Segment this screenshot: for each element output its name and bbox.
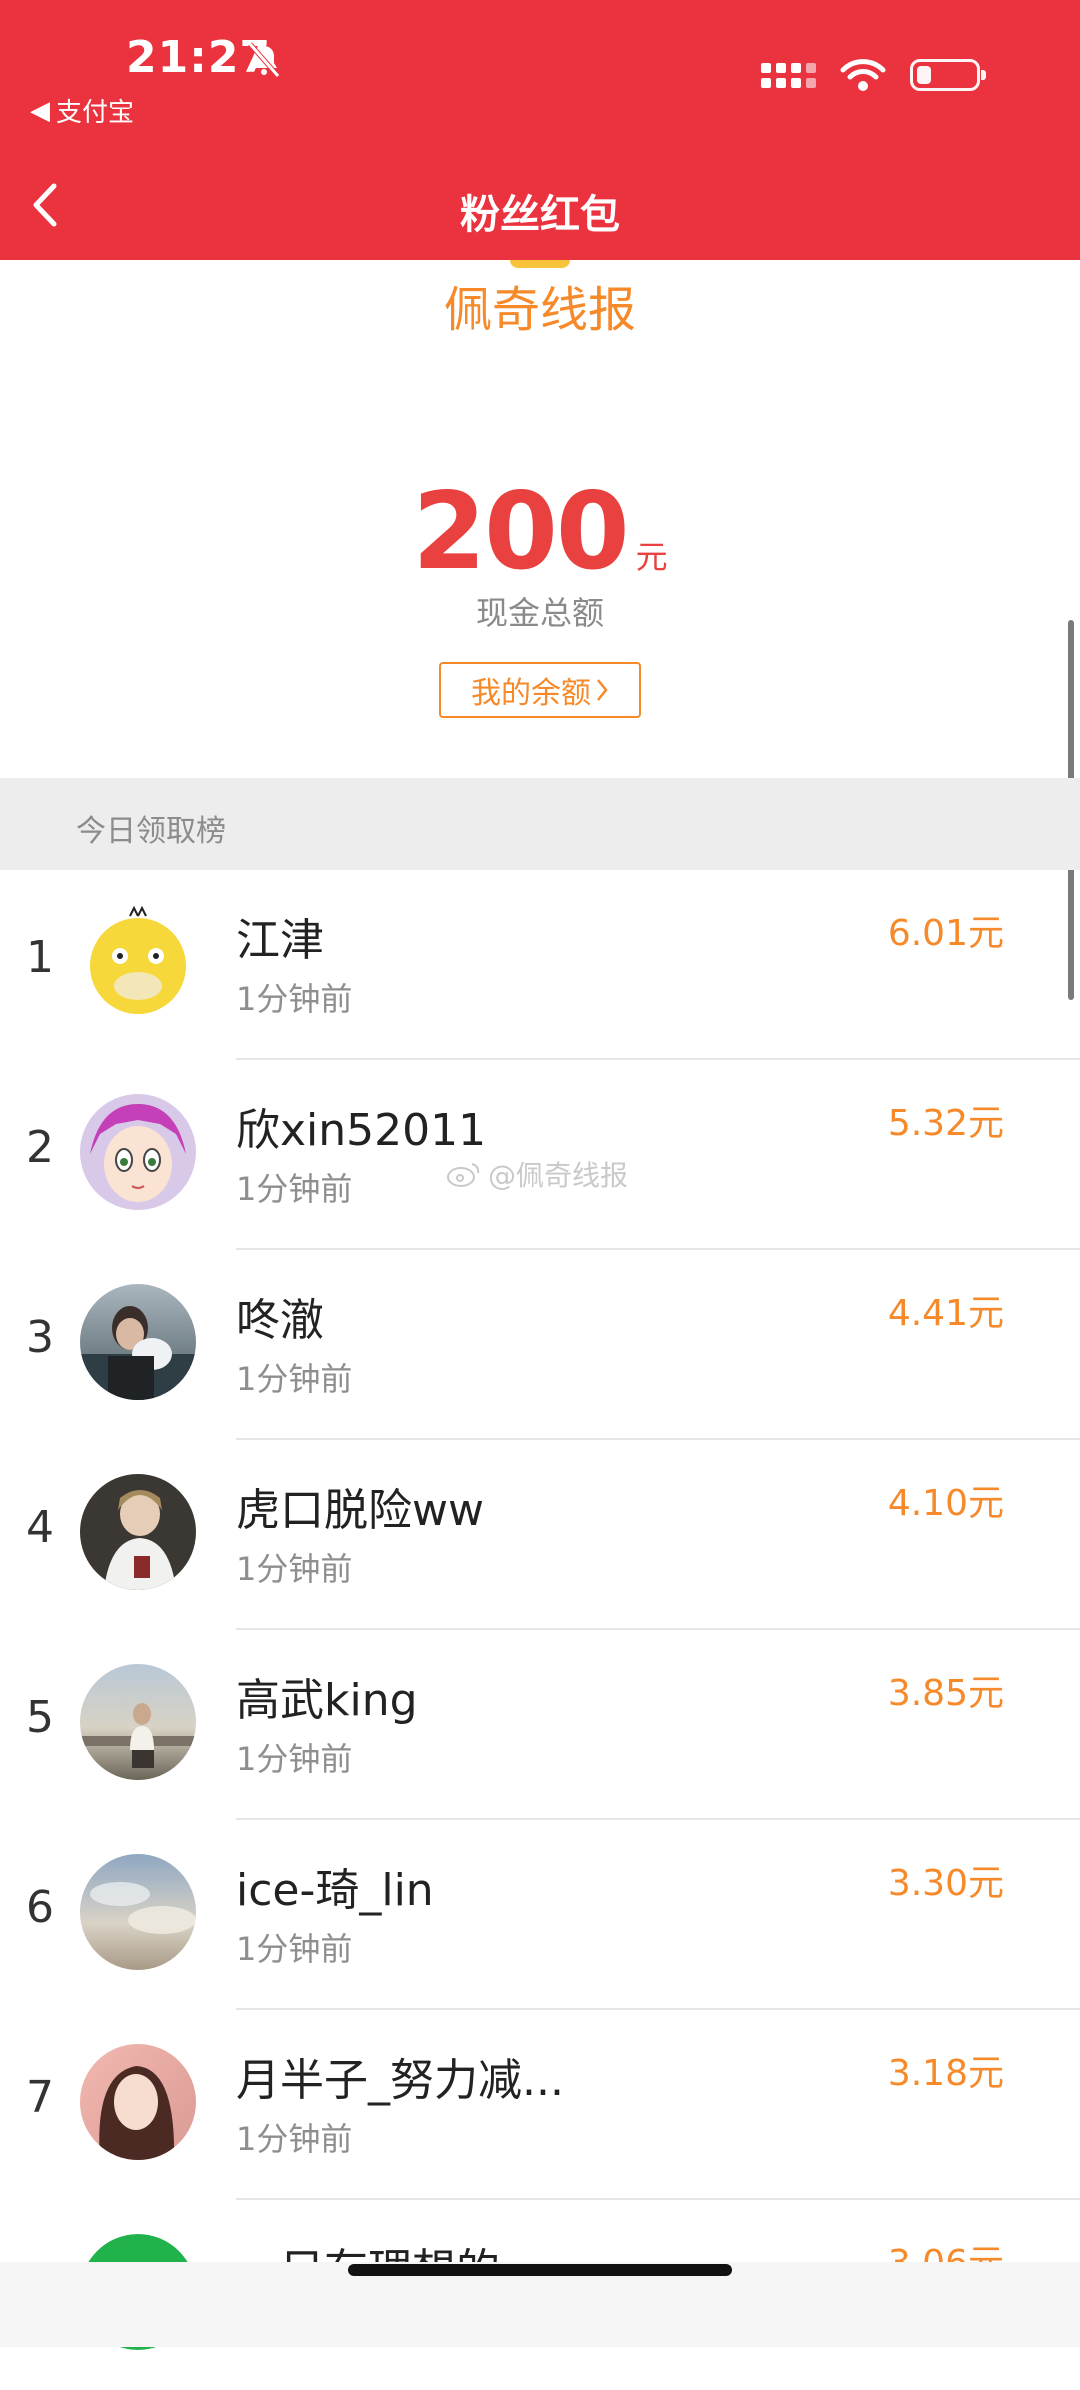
ranking-section-header: 今日领取榜 — [0, 778, 1080, 870]
avatar[interactable] — [80, 2044, 196, 2160]
red-packet-summary: 佩奇线报 200 元 现金总额 我的余额 — [0, 260, 1080, 1000]
brand-avatar-edge — [510, 260, 570, 268]
list-item[interactable]: 7 月半子_努力减... 1分钟前 3.18元 — [0, 2010, 1080, 2200]
claim-amount: 5.32元 — [887, 1103, 1004, 1144]
avatar[interactable] — [80, 1284, 196, 1400]
claim-amount: 6.01元 — [887, 913, 1004, 954]
user-name: 咚澈 — [236, 1295, 324, 1346]
claim-time: 1分钟前 — [236, 980, 353, 1018]
claim-time: 1分钟前 — [236, 1170, 353, 1208]
avatar[interactable] — [80, 1474, 196, 1590]
bell-muted-icon — [248, 42, 280, 78]
rank-number: 1 — [26, 932, 54, 983]
back-to-app-link[interactable]: ◀ 支付宝 — [30, 92, 134, 129]
claim-amount: 4.41元 — [887, 1293, 1004, 1334]
weibo-icon — [447, 1163, 480, 1187]
chevron-right-icon — [597, 679, 608, 701]
claim-time: 1分钟前 — [236, 1930, 353, 1968]
rank-number: 6 — [26, 1882, 54, 1933]
my-balance-label: 我的余额 — [471, 676, 591, 711]
avatar[interactable] — [80, 1664, 196, 1780]
claim-time: 1分钟前 — [236, 1550, 353, 1588]
home-indicator[interactable] — [348, 2264, 732, 2276]
back-triangle-icon: ◀ — [30, 95, 50, 126]
claim-amount: 3.18元 — [887, 2053, 1004, 2094]
list-item[interactable]: 5 高武king 1分钟前 3.85元 — [0, 1630, 1080, 1820]
ranking-section-title: 今日领取榜 — [76, 814, 226, 849]
claim-amount: 3.30元 — [887, 1863, 1004, 1904]
wifi-icon — [840, 59, 886, 91]
list-item[interactable]: 6 ice-琦_lin 1分钟前 3.30元 — [0, 1820, 1080, 2010]
user-name: 虎口脱险ww — [236, 1485, 484, 1536]
watermark-text: @佩奇线报 — [488, 1159, 629, 1192]
rank-number: 3 — [26, 1312, 54, 1363]
total-amount: 200 元 — [0, 470, 1080, 593]
total-amount-value: 200 — [412, 470, 629, 593]
list-item[interactable]: 4 虎口脱险ww 1分钟前 4.10元 — [0, 1440, 1080, 1630]
claim-amount: 3.85元 — [887, 1673, 1004, 1714]
list-item[interactable]: 1 江津 1分钟前 6.01元 — [0, 870, 1080, 1060]
claim-time: 1分钟前 — [236, 1360, 353, 1398]
list-item[interactable]: 3 咚澈 1分钟前 4.41元 — [0, 1250, 1080, 1440]
avatar[interactable] — [80, 1094, 196, 1210]
rank-number: 5 — [26, 1692, 54, 1743]
rank-number: 4 — [26, 1502, 54, 1553]
watermark: @佩奇线报 — [446, 1154, 628, 1194]
user-name: 月半子_努力减... — [236, 2055, 564, 2106]
my-balance-button[interactable]: 我的余额 — [439, 662, 641, 718]
claim-time: 1分钟前 — [236, 1740, 353, 1778]
cellular-signal-icon — [761, 62, 816, 88]
user-name: ice-琦_lin — [236, 1865, 434, 1916]
rank-number: 2 — [26, 1122, 54, 1173]
user-name: 江津 — [236, 915, 324, 966]
claim-time: 1分钟前 — [236, 2120, 353, 2158]
total-amount-unit: 元 — [635, 538, 668, 576]
rank-number: 7 — [26, 2072, 54, 2123]
total-amount-label: 现金总额 — [475, 594, 604, 632]
user-name: 高武king — [236, 1675, 418, 1726]
claim-amount: 4.10元 — [887, 1483, 1004, 1524]
avatar[interactable] — [80, 1854, 196, 1970]
header-bar: 21:27 ◀ 支付宝 粉丝红包 — [0, 0, 1080, 260]
battery-icon — [910, 59, 986, 91]
brand-name: 佩奇线报 — [443, 282, 636, 338]
status-icons — [761, 58, 986, 92]
ranking-list: 1 江津 1分钟前 6.01元 2 欣xin52011 1分钟前 5.32元 3… — [0, 870, 1080, 2390]
back-app-label: 支付宝 — [56, 98, 135, 128]
user-name: 欣xin52011 — [236, 1105, 487, 1156]
page-title: 粉丝红包 — [460, 192, 620, 238]
avatar[interactable] — [80, 904, 196, 1020]
